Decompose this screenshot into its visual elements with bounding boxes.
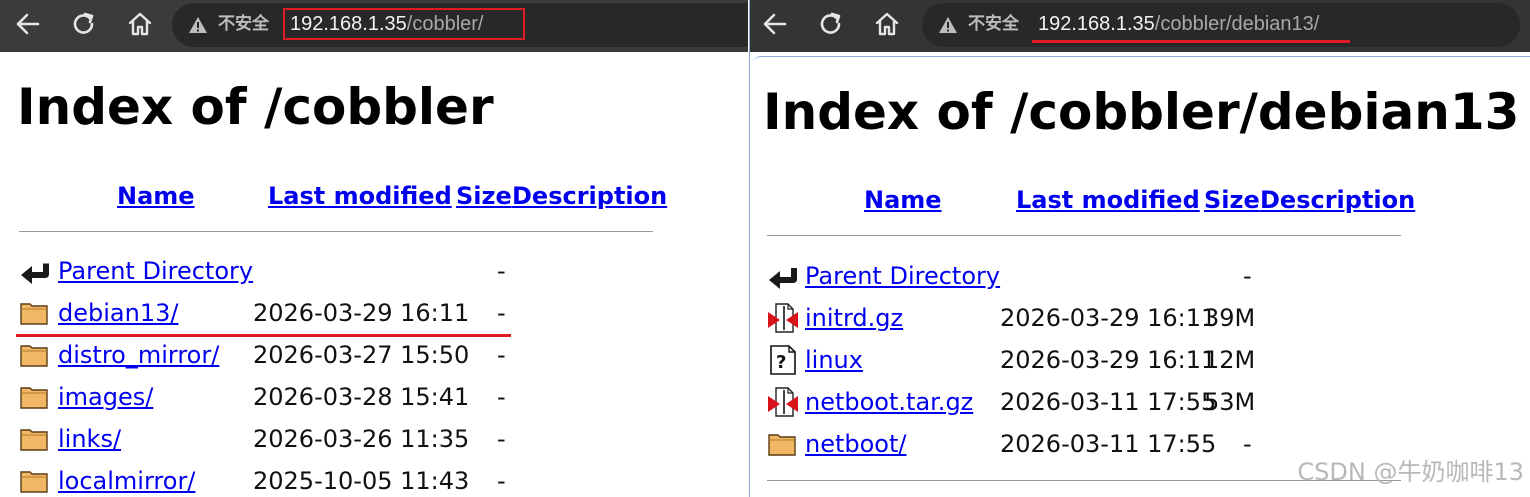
browser-toolbar: 不安全 192.168.1.35/cobbler/debian13/: [750, 0, 1530, 52]
entry-date: 2026-03-29 16:11: [1000, 304, 1217, 332]
list-item: Parent Directory -: [767, 257, 1387, 297]
watermark: CSDN @牛奶咖啡13: [1297, 458, 1524, 486]
compressed-icon: [767, 386, 799, 418]
entry-date: 2026-03-27 15:50: [253, 341, 470, 369]
home-button[interactable]: [123, 9, 157, 39]
column-header-description[interactable]: Description: [1260, 185, 1415, 215]
back-icon: [767, 260, 799, 292]
entry-name-link[interactable]: initrd.gz: [805, 303, 903, 333]
list-item: distro_mirror/ 2026-03-27 15:50 -: [19, 336, 639, 376]
column-header-last-modified[interactable]: Last modified: [1016, 185, 1200, 215]
home-icon: [128, 12, 152, 36]
list-item: debian13/ 2026-03-29 16:11 -: [19, 294, 639, 334]
folder-icon: [767, 428, 799, 460]
header-divider: [19, 231, 653, 232]
header-divider: [767, 235, 1401, 236]
list-item: netboot/ 2026-03-11 17:55 -: [767, 425, 1387, 465]
folder-icon: [19, 465, 51, 497]
list-item: initrd.gz 2026-03-29 16:11 39M: [767, 299, 1387, 339]
column-header-size[interactable]: Size: [1204, 185, 1260, 215]
list-item: Parent Directory -: [19, 252, 639, 292]
reload-icon: [820, 12, 841, 34]
browser-toolbar: 不安全 192.168.1.35/cobbler/: [0, 0, 748, 52]
list-item: ? linux 2026-03-29 16:11 12M: [767, 341, 1387, 381]
entry-date: 2026-03-26 11:35: [253, 425, 470, 453]
list-item: localmirror/ 2025-10-05 11:43 -: [19, 462, 639, 497]
unknown-file-icon: ?: [767, 344, 799, 376]
list-item: images/ 2026-03-28 15:41 -: [19, 378, 639, 418]
list-item: netboot.tar.gz 2026-03-11 17:55 53M: [767, 383, 1387, 423]
page-content: Index of /cobbler/debian13 Name Last mod…: [753, 56, 1530, 497]
reload-button[interactable]: [814, 9, 848, 39]
back-button[interactable]: [758, 9, 792, 39]
page-content: Index of /cobbler Name Last modified Siz…: [7, 54, 748, 497]
entry-size: -: [497, 425, 506, 453]
back-arrow-icon: [763, 13, 787, 35]
column-header-last-modified[interactable]: Last modified: [268, 181, 452, 211]
column-header-name[interactable]: Name: [864, 185, 942, 215]
column-header-name[interactable]: Name: [117, 181, 195, 211]
list-item: links/ 2026-03-26 11:35 -: [19, 420, 639, 460]
entry-name-link[interactable]: debian13/: [58, 298, 178, 328]
folder-icon: [19, 297, 51, 329]
entry-date: 2026-03-29 16:11: [1000, 346, 1217, 374]
folder-icon: [19, 423, 51, 455]
entry-size: -: [1243, 430, 1252, 458]
entry-name-link[interactable]: localmirror/: [58, 466, 195, 496]
back-arrow-icon: [16, 13, 40, 35]
entry-name-link[interactable]: netboot.tar.gz: [805, 387, 973, 417]
folder-icon: [19, 339, 51, 371]
home-button[interactable]: [870, 9, 904, 39]
address-bar[interactable]: 不安全 192.168.1.35/cobbler/debian13/: [922, 3, 1520, 47]
svg-text:?: ?: [776, 352, 786, 373]
back-button[interactable]: [11, 9, 45, 39]
entry-date: 2025-10-05 11:43: [253, 467, 470, 495]
browser-window-left: 不安全 192.168.1.35/cobbler/ Index of /cobb…: [0, 0, 748, 497]
entry-size: -: [1243, 262, 1252, 290]
browser-window-right: 不安全 192.168.1.35/cobbler/debian13/ Index…: [749, 0, 1530, 497]
entry-name-link[interactable]: Parent Directory: [58, 256, 253, 286]
entry-size: 12M: [1204, 346, 1256, 374]
url-highlight-box: [283, 8, 525, 40]
reload-button[interactable]: [67, 9, 101, 39]
entry-name-link[interactable]: distro_mirror/: [58, 340, 219, 370]
reload-icon: [73, 12, 94, 34]
entry-name-link[interactable]: links/: [58, 424, 121, 454]
back-icon: [19, 255, 51, 287]
entry-name-link[interactable]: Parent Directory: [805, 261, 1000, 291]
address-bar[interactable]: 不安全 192.168.1.35/cobbler/: [172, 3, 748, 47]
url-highlight-underline: [1032, 40, 1350, 43]
warning-icon: [938, 15, 958, 35]
page-title: Index of /cobbler/debian13: [763, 83, 1520, 141]
folder-icon: [19, 381, 51, 413]
url-host: 192.168.1.35: [1038, 13, 1155, 35]
entry-date: 2026-03-11 17:55: [1000, 430, 1217, 458]
warning-icon: [188, 15, 208, 35]
entry-size: -: [497, 257, 506, 285]
column-header-description[interactable]: Description: [512, 181, 667, 211]
entry-size: -: [497, 341, 506, 369]
entry-size: 39M: [1204, 304, 1256, 332]
entry-name-link[interactable]: linux: [805, 345, 863, 375]
entry-size: -: [497, 383, 506, 411]
compressed-icon: [767, 302, 799, 334]
entry-date: 2026-03-28 15:41: [253, 383, 470, 411]
entry-date: 2026-03-11 17:55: [1000, 388, 1217, 416]
url-text[interactable]: 192.168.1.35/cobbler/debian13/: [1038, 12, 1319, 36]
url-path: /cobbler/debian13/: [1154, 13, 1320, 35]
not-secure-label[interactable]: 不安全: [968, 13, 1019, 35]
entry-name-link[interactable]: images/: [58, 382, 153, 412]
entry-size: 53M: [1204, 388, 1256, 416]
entry-size: -: [497, 467, 506, 495]
entry-size: -: [497, 299, 506, 327]
not-secure-label[interactable]: 不安全: [218, 13, 269, 35]
column-header-size[interactable]: Size: [456, 181, 512, 211]
home-icon: [875, 12, 899, 36]
entry-name-link[interactable]: netboot/: [805, 429, 906, 459]
page-title: Index of /cobbler: [17, 78, 494, 136]
highlight-underline: [16, 334, 511, 337]
entry-date: 2026-03-29 16:11: [253, 299, 470, 327]
